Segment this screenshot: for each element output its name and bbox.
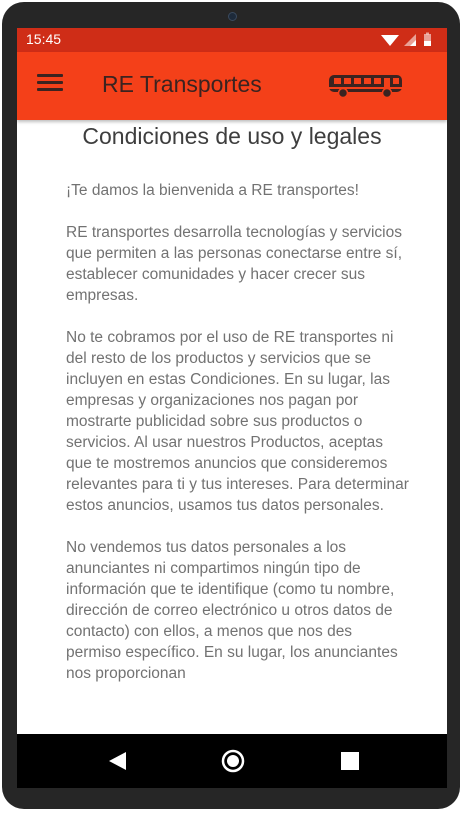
wifi-icon (381, 35, 399, 46)
status-time: 15:45 (26, 31, 62, 47)
pricing-paragraph: No te cobramos por el uso de RE transpor… (66, 329, 409, 514)
terms-text: ¡Te damos la bienvenida a RE transportes… (66, 180, 411, 705)
back-button[interactable] (87, 734, 147, 788)
recents-icon (341, 752, 359, 770)
back-icon (109, 752, 126, 770)
bus-icon (329, 75, 402, 99)
home-icon (221, 749, 245, 773)
hamburger-menu-icon[interactable] (37, 74, 63, 98)
front-camera (228, 12, 237, 21)
phone-screen: 15:45 RE Transportes Condiciones de uso … (17, 28, 447, 788)
status-bar: 15:45 (17, 28, 447, 52)
recents-button[interactable] (320, 734, 380, 788)
privacy-paragraph: No vendemos tus datos personales a los a… (66, 539, 398, 682)
battery-icon (424, 32, 431, 46)
description-paragraph: RE transportes desarrolla tecnologías y … (66, 224, 403, 304)
home-button[interactable] (203, 734, 263, 788)
page-title: Condiciones de uso y legales (82, 123, 382, 149)
app-bar: RE Transportes (17, 52, 447, 120)
navigation-bar (17, 734, 447, 788)
welcome-paragraph: ¡Te damos la bienvenida a RE transportes… (66, 182, 359, 199)
signal-icon (404, 34, 416, 46)
terms-content[interactable]: Condiciones de uso y legales ¡Te damos l… (17, 120, 447, 734)
device-frame: 15:45 RE Transportes Condiciones de uso … (2, 2, 460, 809)
status-icons (377, 32, 437, 48)
app-title: RE Transportes (102, 71, 262, 97)
